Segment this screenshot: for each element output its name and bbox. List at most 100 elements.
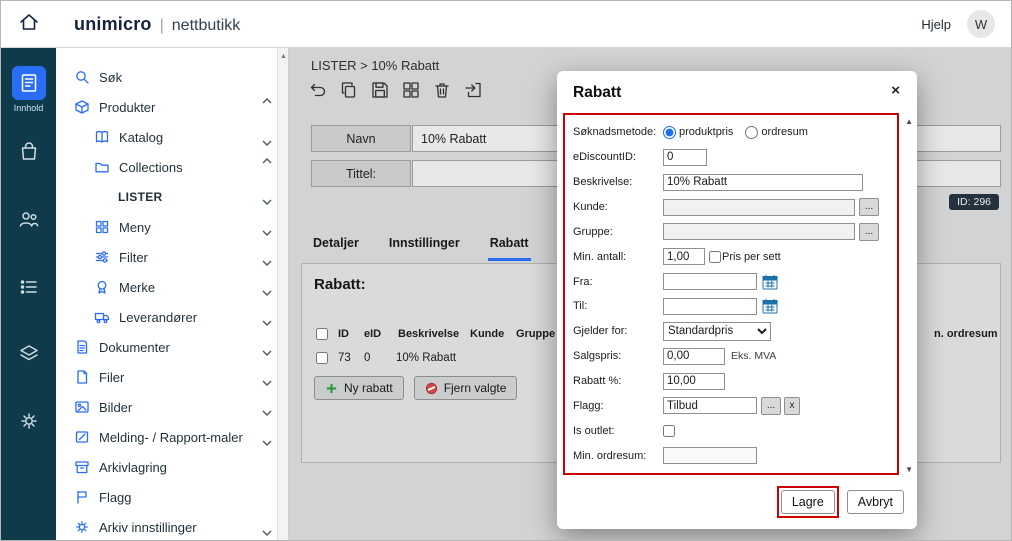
no-entry-icon [425, 382, 438, 395]
sidebar-item-filter[interactable]: Filter [56, 242, 288, 272]
tab-bar: Detaljer Innstillinger Rabatt Leve [311, 231, 589, 261]
chevron-down-icon [262, 404, 272, 410]
sidebar-item-leverandorer[interactable]: Leverandører [56, 302, 288, 332]
export-icon[interactable] [464, 81, 484, 101]
ordresum-radio[interactable] [745, 126, 758, 139]
sidebar-item-filer[interactable]: Filer [56, 362, 288, 392]
copy-icon[interactable] [340, 81, 360, 101]
brand-divider: | [160, 17, 164, 35]
home-button[interactable] [1, 1, 56, 47]
save-button[interactable]: Lagre [781, 490, 835, 514]
sidebar-item-merke[interactable]: Merke [56, 272, 288, 302]
gear-icon [74, 519, 90, 535]
rail-item-settings[interactable] [1, 410, 56, 437]
sidebar-item-produkter[interactable]: Produkter [56, 92, 288, 122]
grid-icon[interactable] [402, 81, 422, 101]
chevron-down-icon [262, 194, 272, 200]
template-icon [74, 429, 90, 445]
tab-rabatt[interactable]: Rabatt [488, 231, 531, 261]
produktpris-radio[interactable] [663, 126, 676, 139]
undo-icon[interactable] [309, 81, 329, 101]
tab-innstillinger[interactable]: Innstillinger [387, 231, 462, 261]
sidebar-item-katalog[interactable]: Katalog [56, 122, 288, 152]
flagg-browse-button[interactable]: ... [761, 397, 781, 415]
gjelder-for-select[interactable]: Standardpris [663, 322, 771, 341]
sidebar-item-dokumenter[interactable]: Dokumenter [56, 332, 288, 362]
sidebar-item-meny[interactable]: Meny [56, 212, 288, 242]
cancel-button[interactable]: Avbryt [847, 490, 904, 514]
flag-icon [74, 489, 90, 505]
kunde-browse-button[interactable]: ... [859, 198, 879, 216]
rail-item-customers[interactable] [1, 208, 56, 235]
help-link[interactable]: Hjelp [921, 17, 951, 32]
beskrivelse-input[interactable] [663, 174, 863, 191]
rail-item-innhold[interactable]: Innhold [1, 66, 56, 113]
field-til: Til: [573, 294, 893, 319]
select-all-checkbox[interactable] [316, 328, 328, 340]
partial-column-header: n. ordresum [934, 328, 998, 340]
flagg-clear-button[interactable]: x [784, 397, 800, 415]
sidebar-item-collections[interactable]: Collections [56, 152, 288, 182]
sidebar-scrollbar[interactable]: ▲ [277, 48, 288, 540]
row-checkbox[interactable] [316, 352, 328, 364]
rail-item-shop[interactable] [1, 140, 56, 167]
layers-icon [18, 343, 40, 370]
til-input[interactable] [663, 298, 757, 315]
flagg-input[interactable] [663, 397, 757, 414]
gruppe-input[interactable] [663, 223, 855, 240]
chevron-down-icon [262, 314, 272, 320]
sidebar-item-meldingsmaler[interactable]: Melding- / Rapport-maler [56, 422, 288, 452]
folder-icon [94, 159, 110, 175]
filter-icon [94, 249, 110, 265]
save-icon[interactable] [371, 81, 391, 101]
chevron-down-icon [262, 524, 272, 530]
navn-label: Navn [311, 125, 411, 152]
archive-icon [74, 459, 90, 475]
field-soknadsmetode: Søknadsmetode: produktpris ordresum [573, 120, 893, 145]
scroll-up-arrow[interactable]: ▲ [279, 53, 288, 60]
ediscountid-input[interactable] [663, 149, 707, 166]
pris-per-sett-checkbox[interactable] [709, 251, 721, 263]
close-icon[interactable]: × [887, 80, 904, 101]
plus-icon [325, 382, 338, 395]
user-avatar[interactable]: W [967, 10, 995, 38]
sidebar-item-lister[interactable]: LISTER [56, 182, 288, 212]
sidebar-item-arkivlagring[interactable]: Arkivlagring [56, 452, 288, 482]
min-ordresum-input[interactable] [663, 447, 757, 464]
remove-selected-button[interactable]: Fjern valgte [414, 376, 518, 400]
kunde-input[interactable] [663, 199, 855, 216]
sidebar-item-bilder[interactable]: Bilder [56, 392, 288, 422]
trash-icon[interactable] [433, 81, 453, 101]
truck-icon [94, 309, 110, 325]
search-icon [74, 69, 90, 85]
brand-product: nettbutikk [172, 17, 240, 35]
modal-scroll-down-arrow[interactable]: ▼ [905, 465, 913, 474]
calendar-icon[interactable] [762, 274, 779, 290]
rabatt-prosent-input[interactable] [663, 373, 725, 390]
sidebar-item-flagg[interactable]: Flagg [56, 482, 288, 512]
modal-scroll-up-arrow[interactable]: ▲ [905, 117, 913, 126]
sidebar-item-sok[interactable]: Søk [56, 62, 288, 92]
chevron-up-icon [262, 104, 272, 110]
gear-icon [18, 410, 40, 437]
is-outlet-checkbox[interactable] [663, 425, 675, 437]
rail-item-label: Innhold [14, 103, 44, 113]
new-rabatt-button[interactable]: Ny rabatt [314, 376, 404, 400]
rail-item-layers[interactable] [1, 343, 56, 370]
sidebar-item-arkiv-innstillinger[interactable]: Arkiv innstillinger [56, 512, 288, 541]
tab-detaljer[interactable]: Detaljer [311, 231, 361, 261]
fra-input[interactable] [663, 273, 757, 290]
toolbar [309, 81, 484, 101]
menu-icon [94, 219, 110, 235]
field-min-ordresum: Min. ordresum: [573, 443, 893, 468]
top-bar: unimicro | nettbutikk Hjelp W [1, 1, 1011, 48]
min-antall-input[interactable] [663, 248, 705, 265]
gruppe-browse-button[interactable]: ... [859, 223, 879, 241]
calendar-icon[interactable] [762, 298, 779, 314]
content-icon [12, 66, 46, 100]
chevron-down-icon [262, 434, 272, 440]
chevron-down-icon [262, 344, 272, 350]
rail-item-orders[interactable] [1, 276, 56, 303]
salgspris-input[interactable] [663, 348, 725, 365]
products-icon [74, 99, 90, 115]
